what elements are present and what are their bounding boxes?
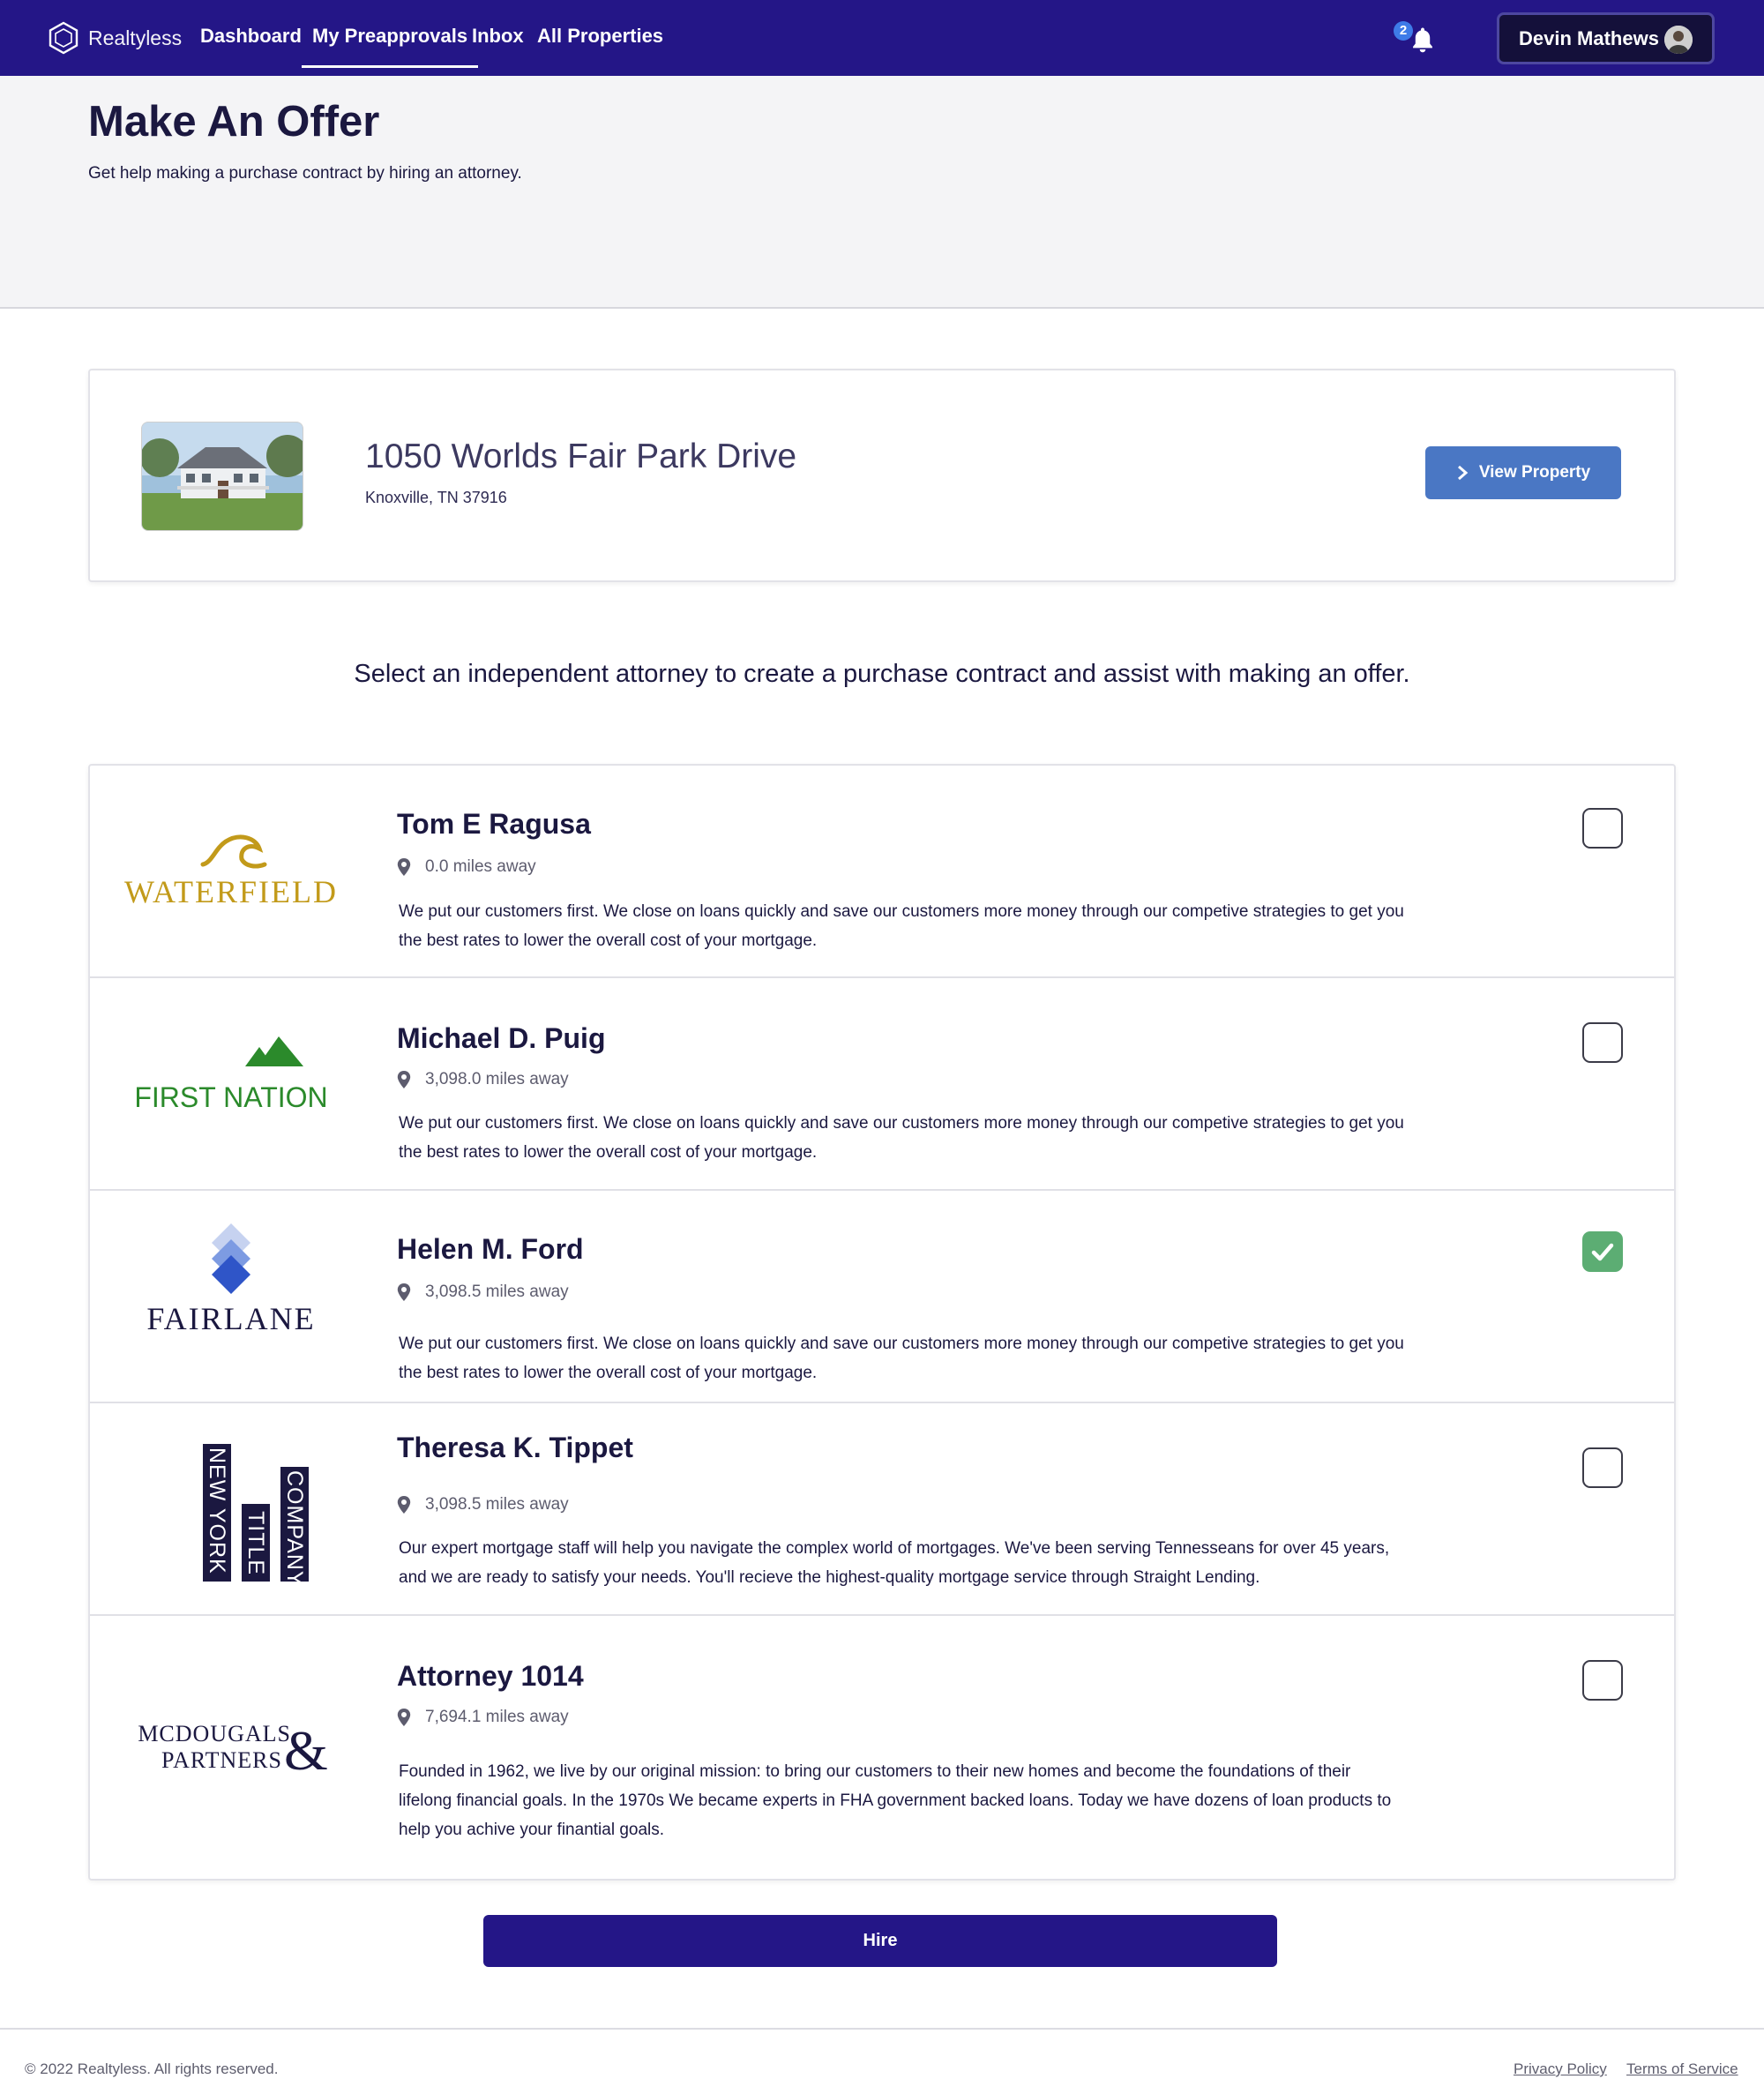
logo-text-partners: PARTNERS [161,1747,282,1773]
new-york-title-logo: NEW YORK TITLE COMPANY [116,1430,346,1589]
logo-text-title: TITLE [243,1511,268,1575]
property-city: Knoxville, TN 37916 [365,489,507,506]
footer: © 2022 Realtyless. All rights reserved. … [0,2028,1764,2094]
nav-link-all-properties[interactable]: All Properties [537,25,663,48]
avatar [1664,26,1693,54]
property-address: 1050 Worlds Fair Park Drive [365,437,797,475]
select-attorney-checkbox[interactable] [1582,1022,1623,1063]
privacy-policy-link[interactable]: Privacy Policy [1514,2060,1607,2078]
attorney-description: We put our customers first. We close on … [399,1335,1404,1382]
hire-button[interactable]: Hire [483,1915,1277,1967]
attorney-distance: 3,098.5 miles away [397,1283,569,1302]
view-property-button[interactable]: View Property [1425,446,1621,499]
attorney-description: Founded in 1962, we live by our original… [399,1762,1392,1839]
fairlane-logo-text: FAIRLANE [146,1301,315,1336]
waterfield-logo-text: WATERFIELD [124,874,338,909]
attorney-description: We put our customers first. We close on … [399,902,1404,950]
notification-badge: 2 [1394,21,1413,41]
logo-text-company: COMPANY [282,1470,307,1587]
user-menu-button[interactable]: Devin Mathews [1497,12,1715,64]
logo-text-new-york: NEW YORK [205,1447,229,1574]
top-navbar: Realtyless Dashboard My Preapprovals Inb… [0,0,1764,76]
attorney-name: Michael D. Puig [397,1022,606,1054]
notifications-button[interactable]: 2 [1394,21,1446,56]
attorney-row[interactable]: WATERFIELD Tom E Ragusa 0.0 miles away W… [90,766,1674,978]
property-photo [141,422,303,531]
page-subtitle: Get help making a purchase contract by h… [88,164,522,183]
view-property-label: View Property [1478,463,1591,482]
select-attorney-checkbox[interactable] [1582,808,1623,849]
nav-link-dashboard[interactable]: Dashboard [200,25,302,48]
distance-text: 3,098.5 miles away [425,1283,569,1301]
attorney-row[interactable]: NEW YORK TITLE COMPANY Theresa K. Tippet… [90,1403,1674,1616]
brand-name: Realtyless [88,26,183,49]
attorney-distance: 0.0 miles away [397,857,536,877]
select-attorney-checkbox[interactable] [1582,1447,1623,1488]
attorney-description: We put our customers first. We close on … [399,1114,1404,1162]
chevron-right-icon [1457,465,1469,481]
attorney-row[interactable]: MCDOUGALS PARTNERS & Attorney 1014 7,694… [90,1616,1674,1879]
user-name: Devin Mathews [1519,26,1659,49]
distance-text: 3,098.0 miles away [425,1070,569,1088]
select-attorney-checkbox[interactable] [1582,1660,1623,1701]
attorney-description: Our expert mortgage staff will help you … [399,1539,1390,1587]
map-pin-icon [397,1283,411,1301]
select-attorney-checkbox[interactable] [1582,1231,1623,1272]
map-pin-icon [397,858,411,876]
attorney-row[interactable]: FAIRLANE Helen M. Ford 3,098.5 miles awa… [90,1191,1674,1403]
distance-text: 0.0 miles away [425,857,536,876]
fairlane-logo: FAIRLANE [116,1213,346,1372]
brand[interactable]: Realtyless [46,18,182,58]
attorney-distance: 3,098.5 miles away [397,1495,569,1514]
first-nation-logo-text: FIRST NATION [134,1081,327,1113]
attorney-name: Attorney 1014 [397,1660,584,1692]
property-card: 1050 Worlds Fair Park Drive Knoxville, T… [88,369,1676,582]
distance-text: 3,098.5 miles away [425,1495,569,1514]
copyright-text: © 2022 Realtyless. All rights reserved. [25,2060,279,2077]
attorney-name: Helen M. Ford [397,1233,584,1265]
first-nation-logo: FIRST NATION [116,1005,346,1163]
attorney-name: Tom E Ragusa [397,808,591,840]
distance-text: 7,694.1 miles away [425,1708,569,1726]
logo-text-mcdougals: MCDOUGALS [138,1721,291,1746]
map-pin-icon [397,1496,411,1514]
map-pin-icon [397,1071,411,1088]
mcdougals-partners-logo: MCDOUGALS PARTNERS & [116,1660,346,1819]
nav-link-inbox[interactable]: Inbox [472,25,524,48]
realtyless-logo-icon [49,21,78,55]
terms-of-service-link[interactable]: Terms of Service [1626,2060,1738,2078]
map-pin-icon [397,1709,411,1726]
waterfield-logo: WATERFIELD [116,792,346,951]
attorney-distance: 7,694.1 miles away [397,1708,569,1727]
instructions-text: Select an independent attorney to create… [354,660,1410,688]
page-title: Make An Offer [88,98,380,146]
check-icon [1591,1243,1614,1261]
attorney-name: Theresa K. Tippet [397,1432,633,1463]
attorney-list: WATERFIELD Tom E Ragusa 0.0 miles away W… [88,764,1676,1881]
nav-link-my-preapprovals[interactable]: My Preapprovals [301,25,479,68]
logo-ampersand: & [284,1719,328,1782]
attorney-row[interactable]: FIRST NATION Michael D. Puig 3,098.0 mil… [90,978,1674,1191]
attorney-distance: 3,098.0 miles away [397,1070,569,1089]
